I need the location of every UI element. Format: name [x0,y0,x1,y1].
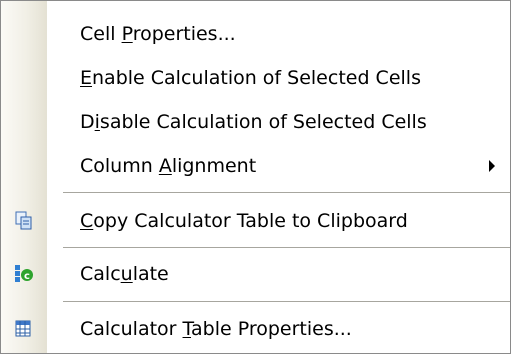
menu-item-label: Column Alignment [80,155,257,177]
menu-item-disable-calculation[interactable]: Disable Calculation of Selected Cells [1,99,510,145]
menu-separator [63,192,510,193]
menu-item-label: Enable Calculation of Selected Cells [80,67,421,89]
menu-item-label: Copy Calculator Table to Clipboard [80,210,408,232]
menu-item-copy-table[interactable]: Copy Calculator Table to Clipboard [1,198,510,244]
submenu-arrow-icon [489,160,495,172]
menu-separator [63,247,510,248]
context-menu: Cell Properties... Enable Calculation of… [0,0,511,354]
menu-item-label: Calculator Table Properties... [80,318,352,340]
menu-item-label: Calculate [80,263,169,285]
menu-item-label: Cell Properties... [80,23,236,45]
copy-icon [14,211,34,231]
menu-item-cell-properties[interactable]: Cell Properties... [1,11,510,57]
menu-item-column-alignment[interactable]: Column Alignment [1,143,510,189]
menu-item-table-properties[interactable]: Calculator Table Properties... [1,306,510,352]
menu-item-calculate[interactable]: c Calculate [1,251,510,297]
menu-item-label: Disable Calculation of Selected Cells [80,111,427,133]
menu-separator [63,301,510,302]
calculate-icon: c [14,264,34,284]
svg-text:c: c [24,271,30,282]
table-properties-icon [14,319,34,339]
menu-item-enable-calculation[interactable]: Enable Calculation of Selected Cells [1,55,510,101]
